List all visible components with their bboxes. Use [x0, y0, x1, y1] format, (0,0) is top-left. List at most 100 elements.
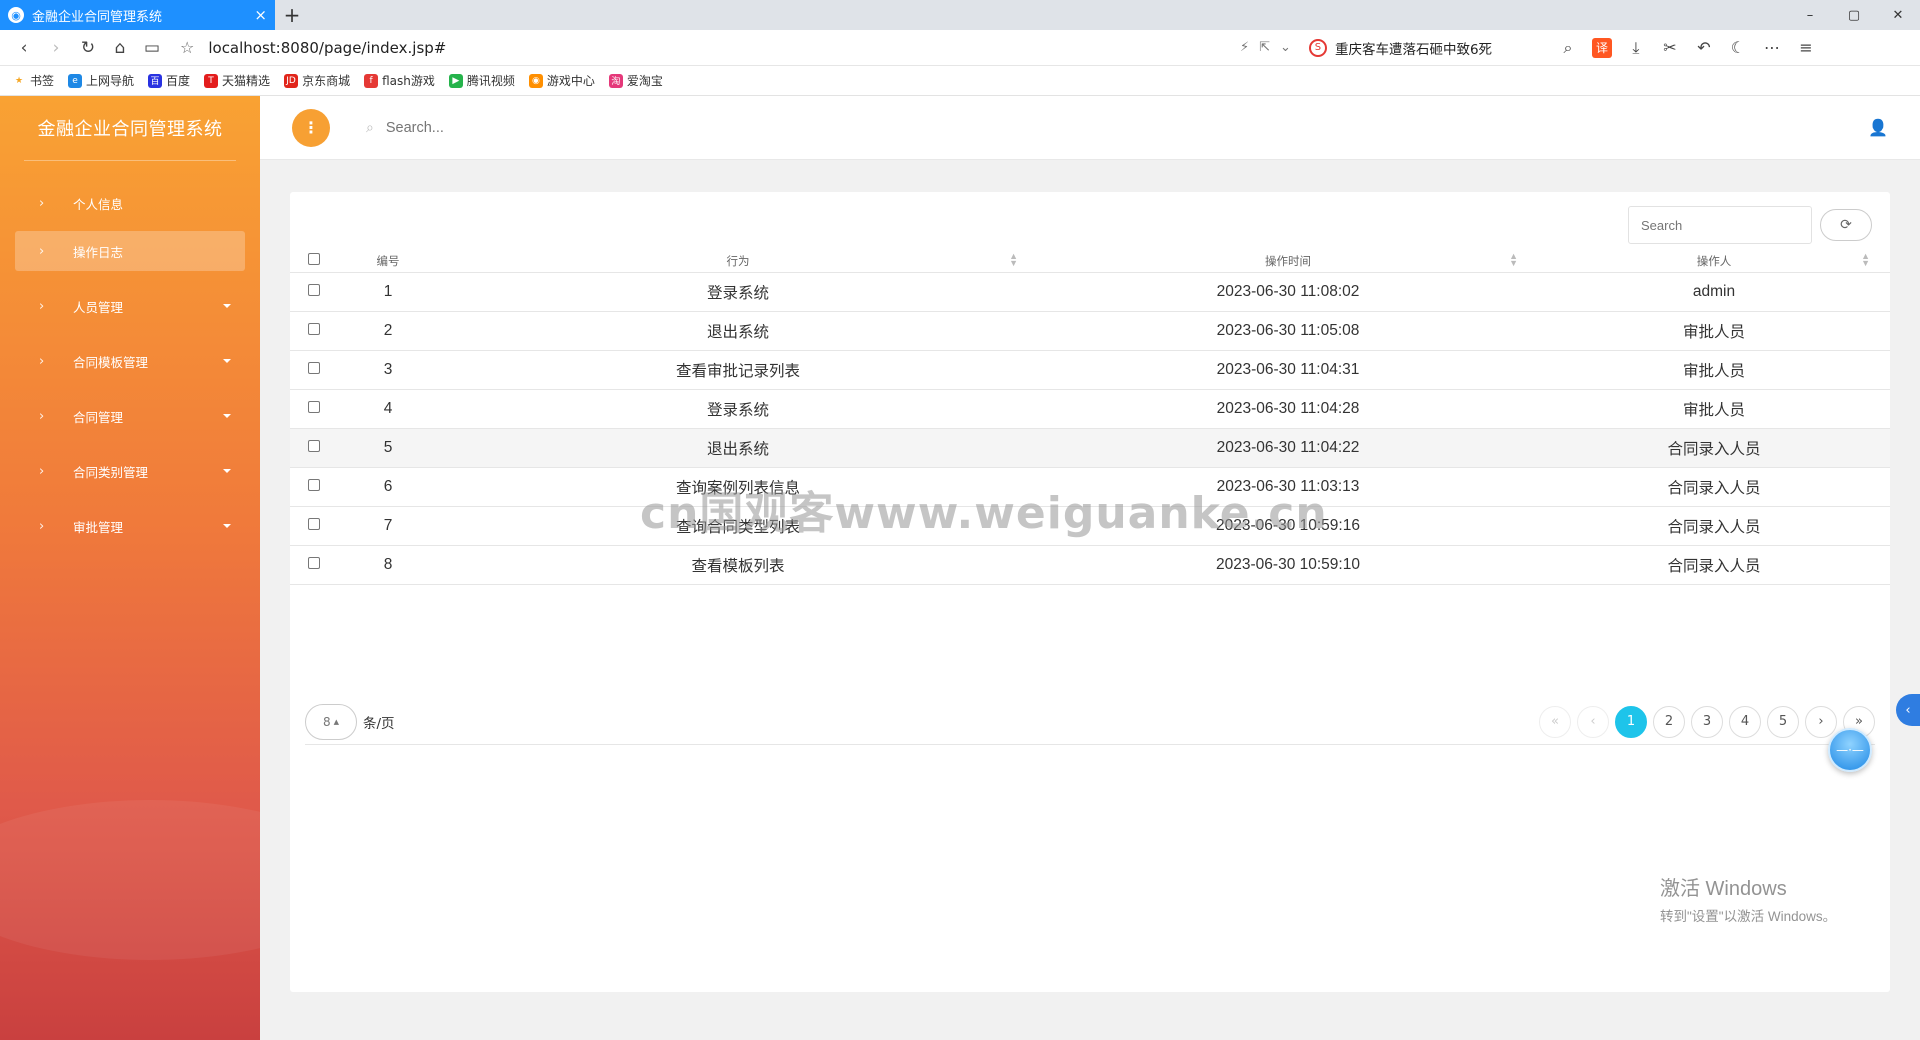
user-icon[interactable]: 👤 — [1868, 118, 1888, 137]
bookmark-item[interactable]: 淘爱淘宝 — [608, 72, 663, 89]
tab-close-icon[interactable]: × — [254, 6, 267, 24]
page-button[interactable]: 5 — [1767, 705, 1799, 738]
sidebar-item[interactable]: › 合同管理 — [15, 396, 245, 436]
table-row[interactable]: 6 查询案例列表信息 2023-06-30 11:03:13 合同录入人员 — [290, 467, 1890, 507]
scissors-icon[interactable]: ✂ — [1655, 34, 1685, 62]
sort-icon[interactable]: ▲ ▼ — [1009, 252, 1018, 268]
row-checkbox[interactable] — [308, 322, 320, 335]
sidebar-item[interactable]: › 操作日志 — [15, 231, 245, 271]
row-checkbox[interactable] — [308, 283, 320, 296]
forward-icon[interactable]: › — [40, 34, 72, 62]
floating-assistant-button[interactable]: —·— — [1828, 728, 1872, 772]
bookmark-label: 百度 — [166, 74, 191, 88]
bookmark-item[interactable]: ★ 书签 — [12, 72, 54, 89]
download-icon[interactable]: ⤓ — [1621, 34, 1651, 62]
bookmark-item[interactable]: ◉ 游戏中心 — [528, 72, 595, 89]
lightning-icon[interactable]: ⚡ — [1240, 40, 1249, 55]
prev-page-button[interactable]: ‹ — [1577, 705, 1609, 738]
first-page-button[interactable]: « — [1539, 705, 1571, 738]
table-row[interactable]: 2 退出系统 2023-06-30 11:05:08 审批人员 — [290, 311, 1890, 351]
home-icon[interactable]: ⌂ — [104, 34, 136, 62]
browser-tab[interactable]: ◉ 金融企业合同管理系统 × — [0, 0, 275, 30]
bookmark-star-icon[interactable]: ☆ — [180, 38, 194, 57]
bookmark-item[interactable]: 百百度 — [148, 72, 190, 89]
browser-navbar: ‹ › ↻ ⌂ ▭ ☆ localhost:8080/page/index.js… — [0, 30, 1920, 66]
address-bar[interactable]: ☆ localhost:8080/page/index.jsp# — [180, 38, 1240, 57]
bookmark-icon: f — [364, 73, 379, 88]
cell-operator: 审批人员 — [1538, 311, 1890, 351]
table-row[interactable]: 7 查询合同类型列表 2023-06-30 10:59:16 合同录入人员 — [290, 506, 1890, 546]
row-checkbox[interactable] — [308, 517, 320, 530]
sidebar-item[interactable]: › 合同模板管理 — [15, 341, 245, 381]
cell-operator: 合同录入人员 — [1538, 467, 1890, 507]
sidebar-item-label: 审批管理 — [73, 519, 124, 535]
sort-icon[interactable]: ▲ ▼ — [1861, 252, 1870, 268]
row-checkbox[interactable] — [308, 400, 320, 413]
column-header-time[interactable]: 操作时间 ▲ ▼ — [1038, 250, 1538, 273]
column-header-id[interactable]: 编号 — [338, 250, 438, 273]
share-icon[interactable]: ⇱ — [1259, 40, 1270, 55]
page-button[interactable]: 4 — [1729, 705, 1761, 738]
url-text: localhost:8080/page/index.jsp# — [208, 38, 447, 57]
row-checkbox-cell — [290, 311, 338, 351]
table-search-input[interactable] — [1628, 206, 1812, 244]
table-row[interactable]: 4 登录系统 2023-06-30 11:04:28 审批人员 — [290, 389, 1890, 429]
window-minimize-button[interactable]: – — [1788, 0, 1832, 30]
window-close-button[interactable]: ✕ — [1876, 0, 1920, 30]
sidebar-item[interactable]: › 合同类别管理 — [15, 451, 245, 491]
night-mode-icon[interactable]: ☾ — [1723, 34, 1753, 62]
sidebar-item[interactable]: › 个人信息 — [15, 183, 245, 223]
more-options-button[interactable]: ⋮ — [292, 108, 330, 147]
column-header-operator[interactable]: 操作人 ▲ ▼ — [1538, 250, 1890, 273]
select-all-checkbox[interactable] — [308, 253, 320, 266]
bookmark-item[interactable]: f flash游戏 — [364, 72, 435, 89]
bookmark-item[interactable]: JD 京东商城 — [284, 72, 350, 89]
reader-icon[interactable]: ▭ — [136, 34, 168, 62]
row-checkbox[interactable] — [308, 556, 320, 569]
column-header-action[interactable]: 行为 ▲ ▼ — [438, 250, 1038, 273]
cell-id: 2 — [338, 311, 438, 351]
undo-icon[interactable]: ↶ — [1689, 34, 1719, 62]
side-collapse-tab[interactable]: ‹ — [1896, 694, 1920, 726]
sidebar-item-label: 个人信息 — [73, 196, 124, 212]
global-search-input[interactable] — [385, 119, 786, 136]
back-icon[interactable]: ‹ — [8, 34, 40, 62]
page-button[interactable]: 2 — [1653, 705, 1685, 738]
page-size-select[interactable]: 8 ▲ — [305, 703, 357, 740]
row-checkbox[interactable] — [308, 478, 320, 491]
caret-up-icon: ▲ — [333, 717, 340, 726]
bookmark-label: 天猫精选 — [222, 74, 271, 88]
bookmark-item[interactable]: e 上网导航 — [68, 72, 134, 89]
cell-operator: admin — [1538, 272, 1890, 312]
sidebar-item-label: 操作日志 — [73, 244, 124, 260]
sidebar-menu: › 个人信息 › 操作日志 › 人员管理 › 合同模板管理 › 合同管理 › 合同类别管理 › 审批管理 — [0, 183, 260, 546]
sort-icon[interactable]: ▲ ▼ — [1509, 252, 1518, 268]
reload-icon[interactable]: ↻ — [72, 34, 104, 62]
menu-icon[interactable]: ≡ — [1791, 34, 1821, 62]
next-page-button[interactable]: › — [1805, 705, 1837, 738]
table-row[interactable]: 1 登录系统 2023-06-30 11:08:02 admin — [290, 272, 1890, 312]
table-row[interactable]: 3 查看审批记录列表 2023-06-30 11:04:31 审批人员 — [290, 350, 1890, 390]
search-icon[interactable]: ⌕ — [1553, 34, 1583, 62]
translate-icon[interactable]: 译 — [1591, 37, 1612, 58]
page-button[interactable]: 1 — [1615, 705, 1647, 738]
news-search-box[interactable]: S 重庆客车遭落石砸中致6死 — [1308, 38, 1549, 58]
chevron-down-icon[interactable]: ⌄ — [1280, 40, 1291, 55]
topbar: ⋮ ⌕ 👤 — [260, 96, 1920, 160]
bookmark-label: flash游戏 — [382, 74, 435, 88]
sidebar-item[interactable]: › 人员管理 — [15, 286, 245, 326]
sidebar-item[interactable]: › 审批管理 — [15, 506, 245, 546]
bookmark-item[interactable]: ▶ 腾讯视频 — [448, 72, 515, 89]
page-button[interactable]: 3 — [1691, 705, 1723, 738]
bookmark-item[interactable]: T 天猫精选 — [204, 72, 270, 89]
window-maximize-button[interactable]: ▢ — [1832, 0, 1876, 30]
table-row[interactable]: 8 查看模板列表 2023-06-30 10:59:10 合同录入人员 — [290, 545, 1890, 585]
new-tab-button[interactable]: + — [275, 0, 309, 30]
row-checkbox[interactable] — [308, 439, 320, 452]
bookmark-icon: 淘 — [608, 73, 623, 88]
divider — [24, 160, 236, 161]
refresh-button[interactable]: ⟳ — [1820, 209, 1872, 241]
more-icon[interactable]: ⋯ — [1757, 34, 1787, 62]
row-checkbox[interactable] — [308, 361, 320, 374]
table-row[interactable]: 5 退出系统 2023-06-30 11:04:22 合同录入人员 — [290, 428, 1890, 468]
